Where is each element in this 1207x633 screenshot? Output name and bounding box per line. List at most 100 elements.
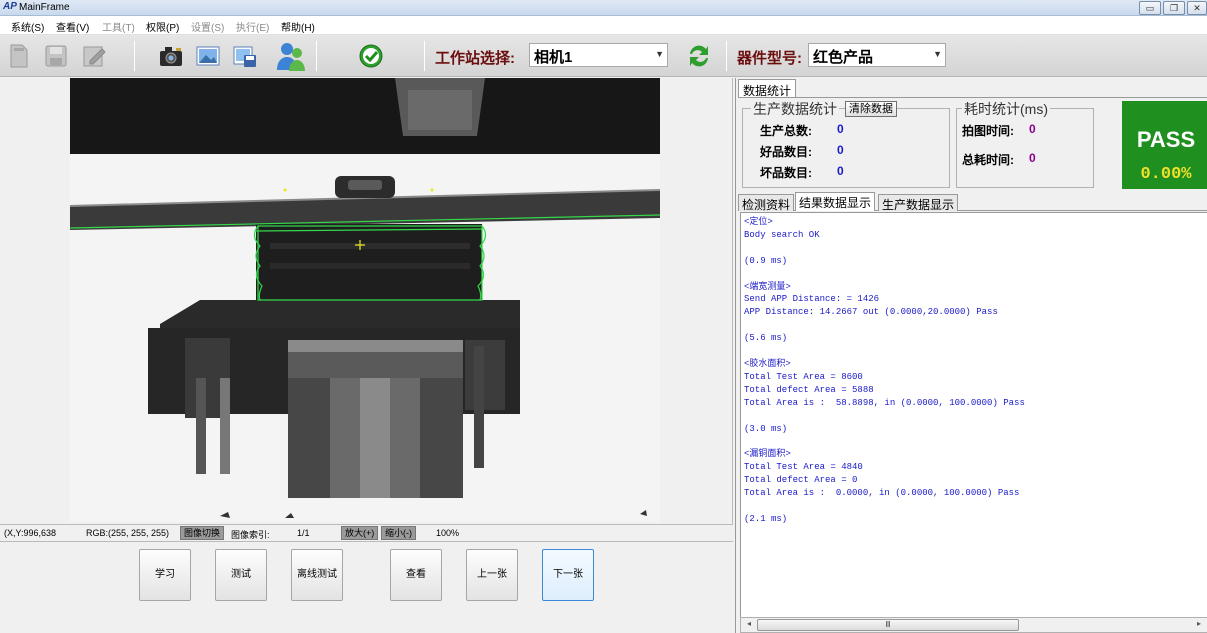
result-status-text: PASS xyxy=(1136,127,1196,152)
scroll-right-icon[interactable]: ▸ xyxy=(1192,619,1206,631)
prev-image-button[interactable]: 上一张 xyxy=(466,549,518,601)
refresh-icon[interactable] xyxy=(685,42,713,70)
result-text: <定位> Body search OK (0.9 ms) <端宽测量> Send A… xyxy=(744,216,1025,526)
tab-production-data[interactable]: 生产数据显示 xyxy=(878,194,959,212)
menu-view[interactable]: 查看(V) xyxy=(56,19,89,34)
result-line xyxy=(744,345,1025,358)
scrollbar-thumb[interactable]: Ⅲ xyxy=(757,619,1019,631)
result-line: (2.1 ms) xyxy=(744,513,788,524)
menu-bar: 系统(S) 查看(V) 工具(T) 权限(P) 设置(S) 执行(E) 帮助(H… xyxy=(0,16,1207,35)
users-icon[interactable] xyxy=(274,40,308,72)
zoom-out-button[interactable]: 缩小(-) xyxy=(381,526,416,540)
zoom-value: 100% xyxy=(436,528,460,538)
toolbar: 工作站选择: 相机1 ▼ 器件型号: 红色产品 ▼ xyxy=(0,35,1207,77)
result-line: (0.9 ms) xyxy=(744,255,788,266)
result-line xyxy=(744,319,1025,332)
chevron-down-icon: ▼ xyxy=(933,49,942,59)
learn-button[interactable]: 学习 xyxy=(139,549,191,601)
title-bar: AP MainFrame ▭ ❐ ✕ xyxy=(0,0,1207,16)
production-stats-group: 生产数据统计 清除数据 生产总数: 0 好品数目: 0 坏品数目: 0 xyxy=(742,99,950,188)
result-line: Total Test Area = 4840 xyxy=(744,462,863,473)
menu-tools[interactable]: 工具(T) xyxy=(102,19,135,34)
good-count-label: 好品数目: xyxy=(760,145,812,159)
detail-tabs: 检测资料 结果数据显示 生产数据显示 xyxy=(738,192,1207,212)
part-select-value: 红色产品 xyxy=(813,49,874,66)
station-label: 工作站选择: xyxy=(435,50,515,67)
bad-count-label: 坏品数目: xyxy=(760,166,812,180)
production-stats-title: 生产数据统计 xyxy=(751,99,839,119)
image-view-pane xyxy=(0,78,733,524)
menu-system[interactable]: 系统(S) xyxy=(11,19,44,34)
result-line xyxy=(744,435,1025,448)
camera-icon[interactable] xyxy=(157,42,185,70)
result-line xyxy=(744,410,1025,423)
result-line: <漏铜面积> xyxy=(744,449,791,460)
result-line: <端宽测量> xyxy=(744,281,791,292)
save-icon[interactable] xyxy=(42,42,70,70)
result-line: Total defect Area = 0 xyxy=(744,475,858,486)
action-button-area: 学习 测试 离线测试 查看 上一张 下一张 xyxy=(0,542,733,633)
edit-icon[interactable] xyxy=(80,42,108,70)
restore-button[interactable]: ❐ xyxy=(1163,1,1185,15)
capture-time-value: 0 xyxy=(1029,122,1036,136)
camera-image[interactable] xyxy=(70,78,660,522)
pass-rate-text: 0.00% xyxy=(1140,165,1192,184)
result-line: Send APP Distance: = 1426 xyxy=(744,294,880,305)
horizontal-scrollbar[interactable]: ◂ Ⅲ ▸ xyxy=(740,617,1207,633)
part-select[interactable]: 红色产品 ▼ xyxy=(808,43,946,67)
clear-data-button[interactable]: 清除数据 xyxy=(845,101,897,117)
right-panel: 数据统计 生产数据统计 清除数据 生产总数: 0 好品数目: 0 坏品数目: 0… xyxy=(735,78,1207,633)
minimize-button[interactable]: ▭ xyxy=(1139,1,1161,15)
part-label: 器件型号: xyxy=(737,50,802,67)
tab-inspection-info[interactable]: 检测资料 xyxy=(738,194,795,212)
menu-execute[interactable]: 执行(E) xyxy=(236,19,269,34)
window-title: MainFrame xyxy=(19,2,70,13)
menu-settings[interactable]: 设置(S) xyxy=(191,19,224,34)
offline-test-button[interactable]: 离线测试 xyxy=(291,549,343,601)
result-line: <定位> xyxy=(744,217,773,227)
image-icon[interactable] xyxy=(194,42,222,70)
toolbar-separator xyxy=(316,41,317,71)
result-line: <胶水面积> xyxy=(744,358,791,369)
time-stats-group: 耗时统计(ms) 拍图时间: 0 总耗时间: 0 xyxy=(956,99,1094,188)
result-line: Total Test Area = 8600 xyxy=(744,371,863,382)
zoom-in-button[interactable]: 放大(+) xyxy=(341,526,379,540)
tab-result-data[interactable]: 结果数据显示 xyxy=(795,192,876,211)
station-select[interactable]: 相机1 ▼ xyxy=(529,43,668,67)
result-line xyxy=(744,242,1025,255)
station-select-value: 相机1 xyxy=(534,49,573,66)
image-switch-button[interactable]: 图像切换 xyxy=(180,526,225,540)
result-line xyxy=(744,500,1025,513)
image-index-label: 图像索引: xyxy=(231,530,270,540)
result-text-box[interactable]: <定位> Body search OK (0.9 ms) <端宽测量> Send A… xyxy=(740,212,1207,619)
toolbar-separator xyxy=(134,41,135,71)
menu-help[interactable]: 帮助(H) xyxy=(281,19,315,34)
result-indicator: PASS 0.00% xyxy=(1122,101,1207,189)
result-line xyxy=(744,268,1025,281)
menu-permissions[interactable]: 权限(P) xyxy=(146,19,179,34)
test-button[interactable]: 测试 xyxy=(215,549,267,601)
result-line: (5.6 ms) xyxy=(744,333,788,344)
new-file-icon[interactable] xyxy=(5,42,33,70)
total-time-label: 总耗时间: xyxy=(962,153,1014,167)
bad-count-value: 0 xyxy=(837,164,844,178)
rgb-value: RGB:(255, 255, 255) xyxy=(86,528,170,538)
total-count-label: 生产总数: xyxy=(760,124,812,138)
result-line: Total defect Area = 5888 xyxy=(744,384,874,395)
save-image-icon[interactable] xyxy=(231,42,259,70)
result-line: (3.0 ms) xyxy=(744,423,788,434)
result-line: Body search OK xyxy=(744,229,820,240)
tab-data-stats[interactable]: 数据统计 xyxy=(738,79,797,98)
toolbar-separator xyxy=(424,41,425,71)
view-button[interactable]: 查看 xyxy=(390,549,442,601)
result-line: Total Area is : 58.8898, in (0.0000, 100… xyxy=(744,397,1025,408)
close-button[interactable]: ✕ xyxy=(1187,1,1207,15)
total-time-value: 0 xyxy=(1029,151,1036,165)
chevron-down-icon: ▼ xyxy=(655,49,664,59)
scroll-left-icon[interactable]: ◂ xyxy=(742,619,756,631)
total-count-value: 0 xyxy=(837,122,844,136)
cursor-coords: (X,Y:996,638 xyxy=(4,528,57,538)
next-image-button[interactable]: 下一张 xyxy=(542,549,594,601)
check-run-icon[interactable] xyxy=(357,42,385,70)
image-index-value: 1/1 xyxy=(297,528,310,538)
